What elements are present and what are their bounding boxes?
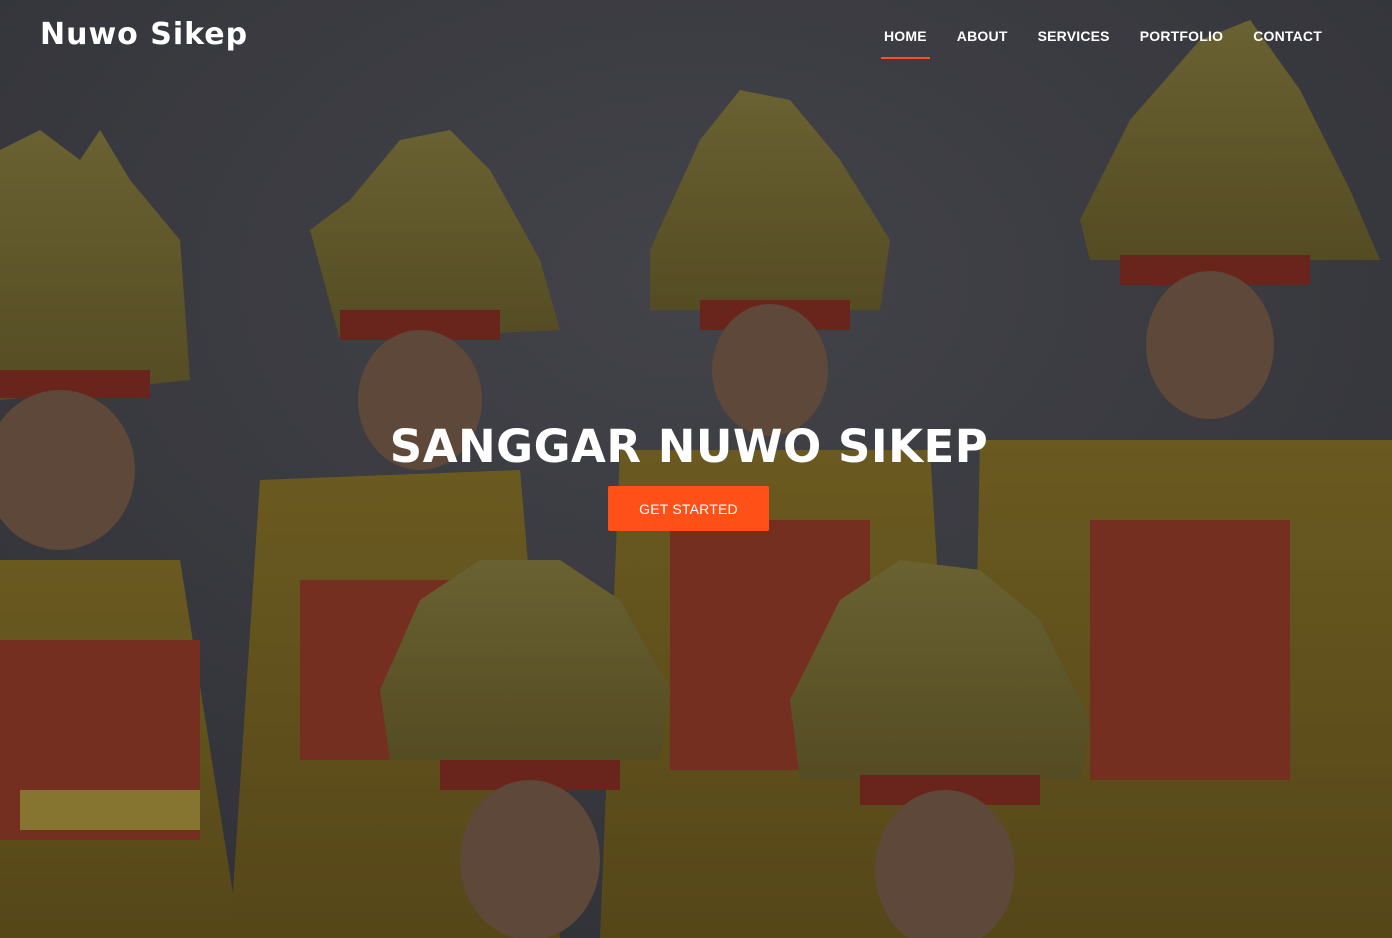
- nav-contact[interactable]: CONTACT: [1253, 28, 1322, 50]
- main-nav: HOME ABOUT SERVICES PORTFOLIO CONTACT: [880, 28, 1322, 59]
- hero-title: SANGGAR NUWO SIKEP: [389, 420, 989, 473]
- nav-home[interactable]: HOME: [880, 28, 930, 59]
- navbar: Nuwo Sikep HOME ABOUT SERVICES PORTFOLIO…: [0, 0, 1392, 75]
- nav-services[interactable]: SERVICES: [1038, 28, 1110, 50]
- get-started-button[interactable]: GET STARTED: [608, 486, 769, 531]
- site-logo[interactable]: Nuwo Sikep: [40, 17, 248, 52]
- nav-about[interactable]: ABOUT: [957, 28, 1008, 50]
- nav-portfolio[interactable]: PORTFOLIO: [1140, 28, 1223, 50]
